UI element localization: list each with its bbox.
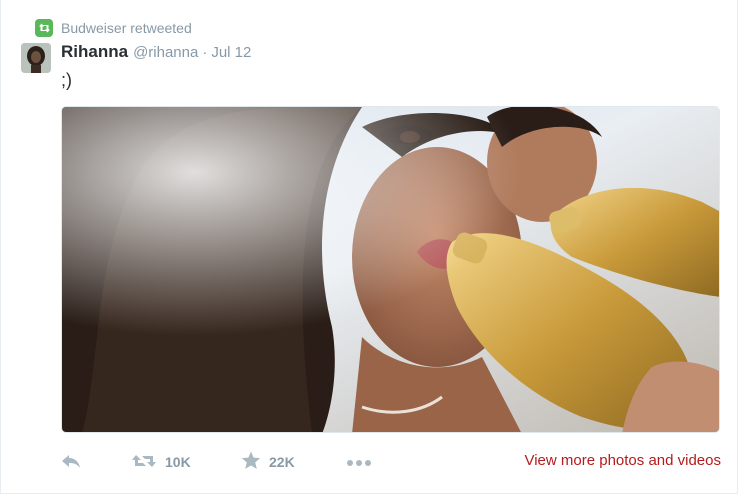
reply-icon [61, 453, 81, 472]
tweet-text: ;) [61, 70, 72, 90]
tweet-timestamp[interactable]: Jul 12 [211, 44, 251, 61]
retweet-context-label[interactable]: Budweiser retweeted [61, 20, 192, 36]
star-icon [241, 451, 261, 473]
tweet-header: Rihanna @rihanna · Jul 12 [61, 42, 251, 62]
header-separator: · [202, 44, 208, 61]
view-more-photos-link[interactable]: View more photos and videos [524, 452, 721, 469]
more-icon [346, 454, 372, 470]
retweet-count: 10K [165, 454, 191, 470]
favorite-count: 22K [269, 454, 295, 470]
tweet-media-photo[interactable] [61, 106, 720, 433]
tweet-card[interactable]: Budweiser retweeted Rihanna @rihanna · J… [0, 0, 738, 494]
photo-image [62, 107, 719, 432]
tweet-actions: 10K 22K View more photos and videos [61, 450, 721, 474]
reply-button[interactable] [61, 450, 81, 474]
author-username[interactable]: @rihanna [133, 44, 198, 61]
more-button[interactable] [346, 450, 372, 474]
retweet-icon [35, 19, 53, 37]
retweet-button[interactable]: 10K [131, 450, 191, 474]
retweet-icon [131, 452, 157, 473]
retweet-context: Budweiser retweeted [35, 19, 192, 37]
favorite-button[interactable]: 22K [241, 450, 295, 474]
author-fullname[interactable]: Rihanna [61, 42, 128, 62]
avatar[interactable] [21, 43, 51, 73]
